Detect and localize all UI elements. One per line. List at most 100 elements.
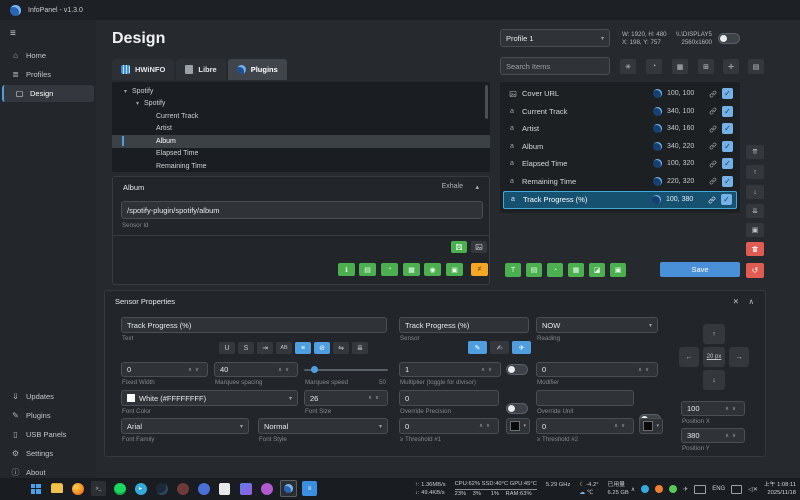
marquee-button[interactable]: ⊘ bbox=[314, 342, 330, 354]
tab-hwinfo[interactable]: HWiNFO bbox=[112, 59, 174, 80]
underline-button[interactable]: U bbox=[219, 342, 235, 354]
font-color-select[interactable]: White (#FFFFFFFF) ▾ bbox=[121, 390, 298, 406]
profile-select[interactable]: Profile 1 ▾ bbox=[500, 29, 610, 47]
notes-app-button[interactable]: ≡ bbox=[302, 481, 317, 496]
display-toggle[interactable] bbox=[718, 33, 740, 44]
tab-libre[interactable]: Libre bbox=[176, 59, 225, 80]
add-chart-button[interactable]: ▦ bbox=[403, 263, 420, 276]
spotify-button[interactable] bbox=[112, 481, 127, 496]
reading-select[interactable]: NOW ▾ bbox=[536, 317, 658, 333]
export-tool-button[interactable]: ▤ bbox=[748, 59, 764, 74]
tab-plugins[interactable]: Plugins bbox=[228, 59, 287, 80]
tray-status-icon[interactable] bbox=[669, 485, 677, 493]
strikethrough-button[interactable]: S bbox=[238, 342, 254, 354]
app9-button[interactable] bbox=[196, 481, 211, 496]
monitor-icon[interactable] bbox=[731, 485, 742, 494]
add-image-button[interactable]: ▤ bbox=[359, 263, 376, 276]
visible-checkbox[interactable]: ✓ bbox=[722, 176, 733, 187]
move-down-button[interactable]: ↓ bbox=[746, 185, 764, 199]
tree-row-selected[interactable]: Album bbox=[112, 135, 490, 148]
sidebar-item-plugins[interactable]: ✎ Plugins bbox=[0, 407, 107, 424]
font-style-select[interactable]: Normal ▾ bbox=[258, 418, 388, 434]
undo-button[interactable]: ↺ bbox=[746, 263, 764, 278]
list-item[interactable]: a Artist 340, 160 ✓ bbox=[503, 120, 737, 138]
threshold1-input[interactable]: 0 ∧∨ bbox=[399, 418, 499, 434]
edit-sensor-button[interactable]: ✎ bbox=[468, 341, 487, 354]
collapse-label[interactable]: Exhale bbox=[442, 183, 463, 190]
tree-expander-icon[interactable]: ▾ bbox=[136, 100, 139, 107]
tree-row[interactable]: Remaining Time bbox=[112, 160, 490, 172]
stepper-arrows-icon[interactable]: ∧∨ bbox=[278, 367, 292, 373]
move-to-top-button[interactable]: ⇈ bbox=[746, 145, 764, 159]
pick-sensor-button[interactable]: ✍ bbox=[490, 341, 509, 354]
stepper-arrows-icon[interactable]: ∧∨ bbox=[638, 367, 652, 373]
list-item[interactable]: Cover URL 100, 100 ✓ bbox=[503, 85, 737, 103]
link-icon[interactable] bbox=[709, 142, 717, 150]
list-item[interactable]: a Current Track 340, 100 ✓ bbox=[503, 103, 737, 121]
tree-scrollbar[interactable] bbox=[485, 85, 488, 119]
multiplier-toggle[interactable] bbox=[506, 364, 528, 375]
stepper-arrows-icon[interactable]: ∧∨ bbox=[188, 367, 202, 373]
sidebar-item-profiles[interactable]: ≣ Profiles bbox=[0, 66, 107, 83]
move-to-bottom-button[interactable]: ⇊ bbox=[746, 204, 764, 218]
threshold1-color-picker[interactable]: ▾ bbox=[506, 418, 530, 434]
lines-button[interactable]: ≣ bbox=[352, 342, 368, 354]
stepper-arrows-icon[interactable]: ∧∨ bbox=[479, 423, 493, 429]
align-center-button[interactable]: ≡ bbox=[295, 342, 311, 354]
add-text-button[interactable]: T bbox=[505, 263, 521, 277]
modifier-stepper[interactable]: 0 ∧∨ bbox=[536, 362, 658, 377]
swap-button[interactable]: ⇋ bbox=[333, 342, 349, 354]
sensor-id-input[interactable]: /spotify-plugin/spotify/album bbox=[121, 201, 483, 219]
position-x-stepper[interactable]: 100 ∧∨ bbox=[681, 401, 745, 416]
taskbar-stats[interactable]: ↑: 1.36MB/s ↓: 49.4KB/s CPU:62% SSD:40°C… bbox=[415, 480, 629, 498]
wallpaper-app-button[interactable] bbox=[238, 481, 253, 496]
text-input[interactable]: Track Progress (%) bbox=[121, 317, 387, 333]
link-icon[interactable] bbox=[709, 107, 717, 115]
start-button[interactable] bbox=[28, 481, 43, 496]
frame-tool-button[interactable]: ⊞ bbox=[698, 59, 714, 74]
grid-tool-button[interactable]: ▦ bbox=[672, 59, 688, 74]
tree-row[interactable]: Current Track bbox=[112, 110, 490, 123]
nudge-right-button[interactable]: → bbox=[729, 347, 749, 367]
app8-button[interactable] bbox=[175, 481, 190, 496]
snowflake-tool-button[interactable]: ✳ bbox=[620, 59, 636, 74]
sidebar-item-design[interactable]: ▢ Design bbox=[2, 85, 94, 102]
list-item[interactable]: a Album 340, 220 ✓ bbox=[503, 138, 737, 156]
duplicate-button[interactable]: ▣ bbox=[746, 223, 764, 237]
slider-knob[interactable] bbox=[311, 366, 318, 373]
save-button[interactable]: Save bbox=[660, 262, 740, 277]
tray-share-icon[interactable]: ✈ bbox=[683, 486, 688, 493]
threshold2-input[interactable]: 0 ∧∨ bbox=[536, 418, 634, 434]
speaker-icon[interactable]: ◁✕ bbox=[748, 486, 758, 493]
override-precision-toggle[interactable] bbox=[506, 403, 528, 414]
stepper-arrows-icon[interactable]: ∧∨ bbox=[481, 367, 495, 373]
link-icon[interactable] bbox=[709, 160, 717, 168]
hamburger-button[interactable]: ≡ bbox=[10, 28, 16, 39]
sensor-input[interactable]: Track Progress (%) bbox=[399, 317, 529, 333]
add-clock-button[interactable]: ◔ bbox=[381, 263, 398, 276]
move-up-button[interactable]: ↑ bbox=[746, 165, 764, 179]
add-table-button[interactable]: ▣ bbox=[610, 263, 626, 277]
list-item[interactable]: a Remaining Time 220, 320 ✓ bbox=[503, 173, 737, 191]
stepper-arrows-icon[interactable]: ∧∨ bbox=[614, 423, 628, 429]
terminal-button[interactable]: >_ bbox=[91, 481, 106, 496]
marquee-speed-slider[interactable] bbox=[304, 368, 388, 372]
visible-checkbox[interactable]: ✓ bbox=[722, 141, 733, 152]
app12-button[interactable] bbox=[259, 481, 274, 496]
tree-expander-icon[interactable]: ▾ bbox=[124, 88, 127, 95]
marquee-spacing-stepper[interactable]: 40 ∧∨ bbox=[214, 362, 298, 377]
link-icon[interactable] bbox=[709, 177, 717, 185]
move-tool-button[interactable]: ✛ bbox=[723, 59, 739, 74]
tray-alert-icon[interactable] bbox=[655, 485, 663, 493]
nudge-down-button[interactable]: ↓ bbox=[703, 370, 725, 390]
add-special-button[interactable]: ≠ bbox=[471, 263, 488, 276]
close-icon[interactable]: ✕ bbox=[733, 297, 739, 306]
sidebar-item-settings[interactable]: ⚙ Settings bbox=[0, 445, 107, 462]
file-explorer-button[interactable] bbox=[49, 481, 64, 496]
link-icon[interactable] bbox=[708, 196, 716, 204]
link-icon[interactable] bbox=[709, 125, 717, 133]
add-image-button[interactable]: ▤ bbox=[526, 263, 542, 277]
add-clock-button[interactable]: ◔ bbox=[547, 263, 563, 277]
nudge-step-button[interactable]: 20 px bbox=[703, 347, 725, 367]
image-mode-button[interactable] bbox=[471, 241, 487, 253]
